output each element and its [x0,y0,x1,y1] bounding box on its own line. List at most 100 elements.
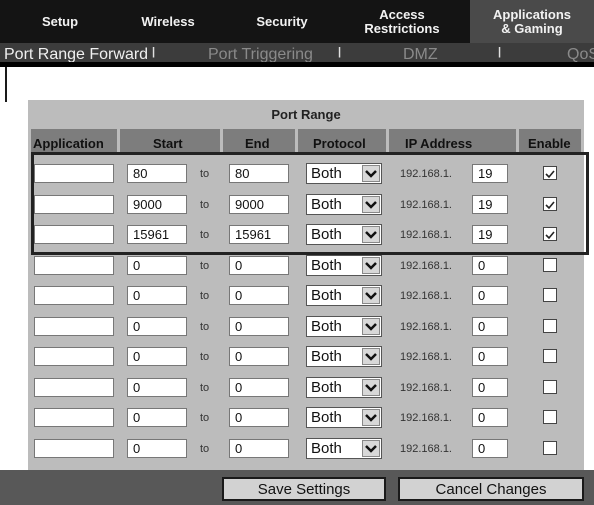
to-label: to [200,168,210,180]
protocol-select[interactable]: Both [306,377,382,398]
protocol-value: Both [311,348,342,365]
table-title: Port Range [271,107,341,122]
chevron-down-icon[interactable] [362,379,380,396]
end-port-input[interactable]: 0 [229,408,289,427]
chevron-down-icon[interactable] [362,226,380,243]
application-name-input[interactable] [34,195,114,214]
to-label: to [200,351,210,363]
enable-checkbox[interactable] [543,410,557,424]
end-port-input[interactable]: 0 [229,256,289,275]
tab-access-restrictions[interactable]: Access Restrictions [344,0,460,43]
ip-prefix: 192.168.1. [400,260,452,272]
protocol-select[interactable]: Both [306,316,382,337]
start-port-input[interactable]: 9000 [127,195,187,214]
chevron-down-icon[interactable] [362,196,380,213]
protocol-select[interactable]: Both [306,163,382,184]
header-start: Start [153,136,183,151]
ip-last-octet-input[interactable]: 0 [472,439,508,458]
application-name-input[interactable] [34,164,114,183]
protocol-value: Both [311,165,342,182]
save-settings-button[interactable]: Save Settings [222,477,386,501]
ip-last-octet-input[interactable]: 0 [472,256,508,275]
end-port-input[interactable]: 0 [229,317,289,336]
protocol-select[interactable]: Both [306,346,382,367]
application-name-input[interactable] [34,256,114,275]
to-label: to [200,443,210,455]
end-port-input[interactable]: 80 [229,164,289,183]
chevron-down-icon[interactable] [362,409,380,426]
checkmark-icon [545,170,555,179]
chevron-down-icon[interactable] [362,287,380,304]
enable-checkbox[interactable] [543,441,557,455]
ip-last-octet-input[interactable]: 0 [472,317,508,336]
header-ip-address: IP Address [405,136,473,151]
protocol-select[interactable]: Both [306,255,382,276]
ip-last-octet-input[interactable]: 19 [472,225,508,244]
start-port-input[interactable]: 0 [127,408,187,427]
application-name-input[interactable] [34,378,114,397]
end-port-input[interactable]: 0 [229,347,289,366]
end-port-input[interactable]: 0 [229,378,289,397]
enable-checkbox[interactable] [543,380,557,394]
application-name-input[interactable] [34,286,114,305]
enable-checkbox[interactable] [543,227,557,241]
application-name-input[interactable] [34,225,114,244]
enable-checkbox[interactable] [543,197,557,211]
tab-setup[interactable]: Setup [10,0,110,43]
tab-wireless[interactable]: Wireless [118,0,218,43]
start-port-input[interactable]: 0 [127,256,187,275]
ip-prefix: 192.168.1. [400,412,452,424]
to-label: to [200,199,210,211]
protocol-select[interactable]: Both [306,407,382,428]
subnav-separator: | [338,46,342,58]
ip-prefix: 192.168.1. [400,443,452,455]
protocol-select[interactable]: Both [306,285,382,306]
ip-last-octet-input[interactable]: 19 [472,164,508,183]
chevron-down-icon[interactable] [362,348,380,365]
start-port-input[interactable]: 0 [127,286,187,305]
start-port-input[interactable]: 0 [127,347,187,366]
end-port-input[interactable]: 15961 [229,225,289,244]
protocol-value: Both [311,318,342,335]
protocol-select[interactable]: Both [306,438,382,459]
protocol-value: Both [311,409,342,426]
ip-last-octet-input[interactable]: 0 [472,347,508,366]
enable-checkbox[interactable] [543,319,557,333]
chevron-down-icon[interactable] [362,318,380,335]
start-port-input[interactable]: 0 [127,439,187,458]
checkmark-icon [545,201,555,210]
end-port-input[interactable]: 9000 [229,195,289,214]
chevron-down-icon[interactable] [362,257,380,274]
checkmark-icon [545,231,555,240]
chevron-down-icon[interactable] [362,165,380,182]
tab-applications-gaming[interactable]: Applications & Gaming [470,0,594,43]
start-port-input[interactable]: 15961 [127,225,187,244]
subnav-separator: | [152,46,156,58]
protocol-value: Both [311,287,342,304]
enable-checkbox[interactable] [543,288,557,302]
chevron-down-icon[interactable] [362,440,380,457]
ip-last-octet-input[interactable]: 0 [472,286,508,305]
application-name-input[interactable] [34,408,114,427]
to-label: to [200,260,210,272]
end-port-input[interactable]: 0 [229,286,289,305]
start-port-input[interactable]: 0 [127,317,187,336]
subnav-separator: | [498,46,502,58]
start-port-input[interactable]: 80 [127,164,187,183]
ip-last-octet-input[interactable]: 19 [472,195,508,214]
application-name-input[interactable] [34,347,114,366]
ip-last-octet-input[interactable]: 0 [472,378,508,397]
end-port-input[interactable]: 0 [229,439,289,458]
application-name-input[interactable] [34,317,114,336]
enable-checkbox[interactable] [543,258,557,272]
tab-security[interactable]: Security [232,0,332,43]
protocol-select[interactable]: Both [306,224,382,245]
enable-checkbox[interactable] [543,166,557,180]
start-port-input[interactable]: 0 [127,378,187,397]
application-name-input[interactable] [34,439,114,458]
protocol-select[interactable]: Both [306,194,382,215]
enable-checkbox[interactable] [543,349,557,363]
ip-prefix: 192.168.1. [400,351,452,363]
cancel-changes-button[interactable]: Cancel Changes [398,477,584,501]
ip-last-octet-input[interactable]: 0 [472,408,508,427]
